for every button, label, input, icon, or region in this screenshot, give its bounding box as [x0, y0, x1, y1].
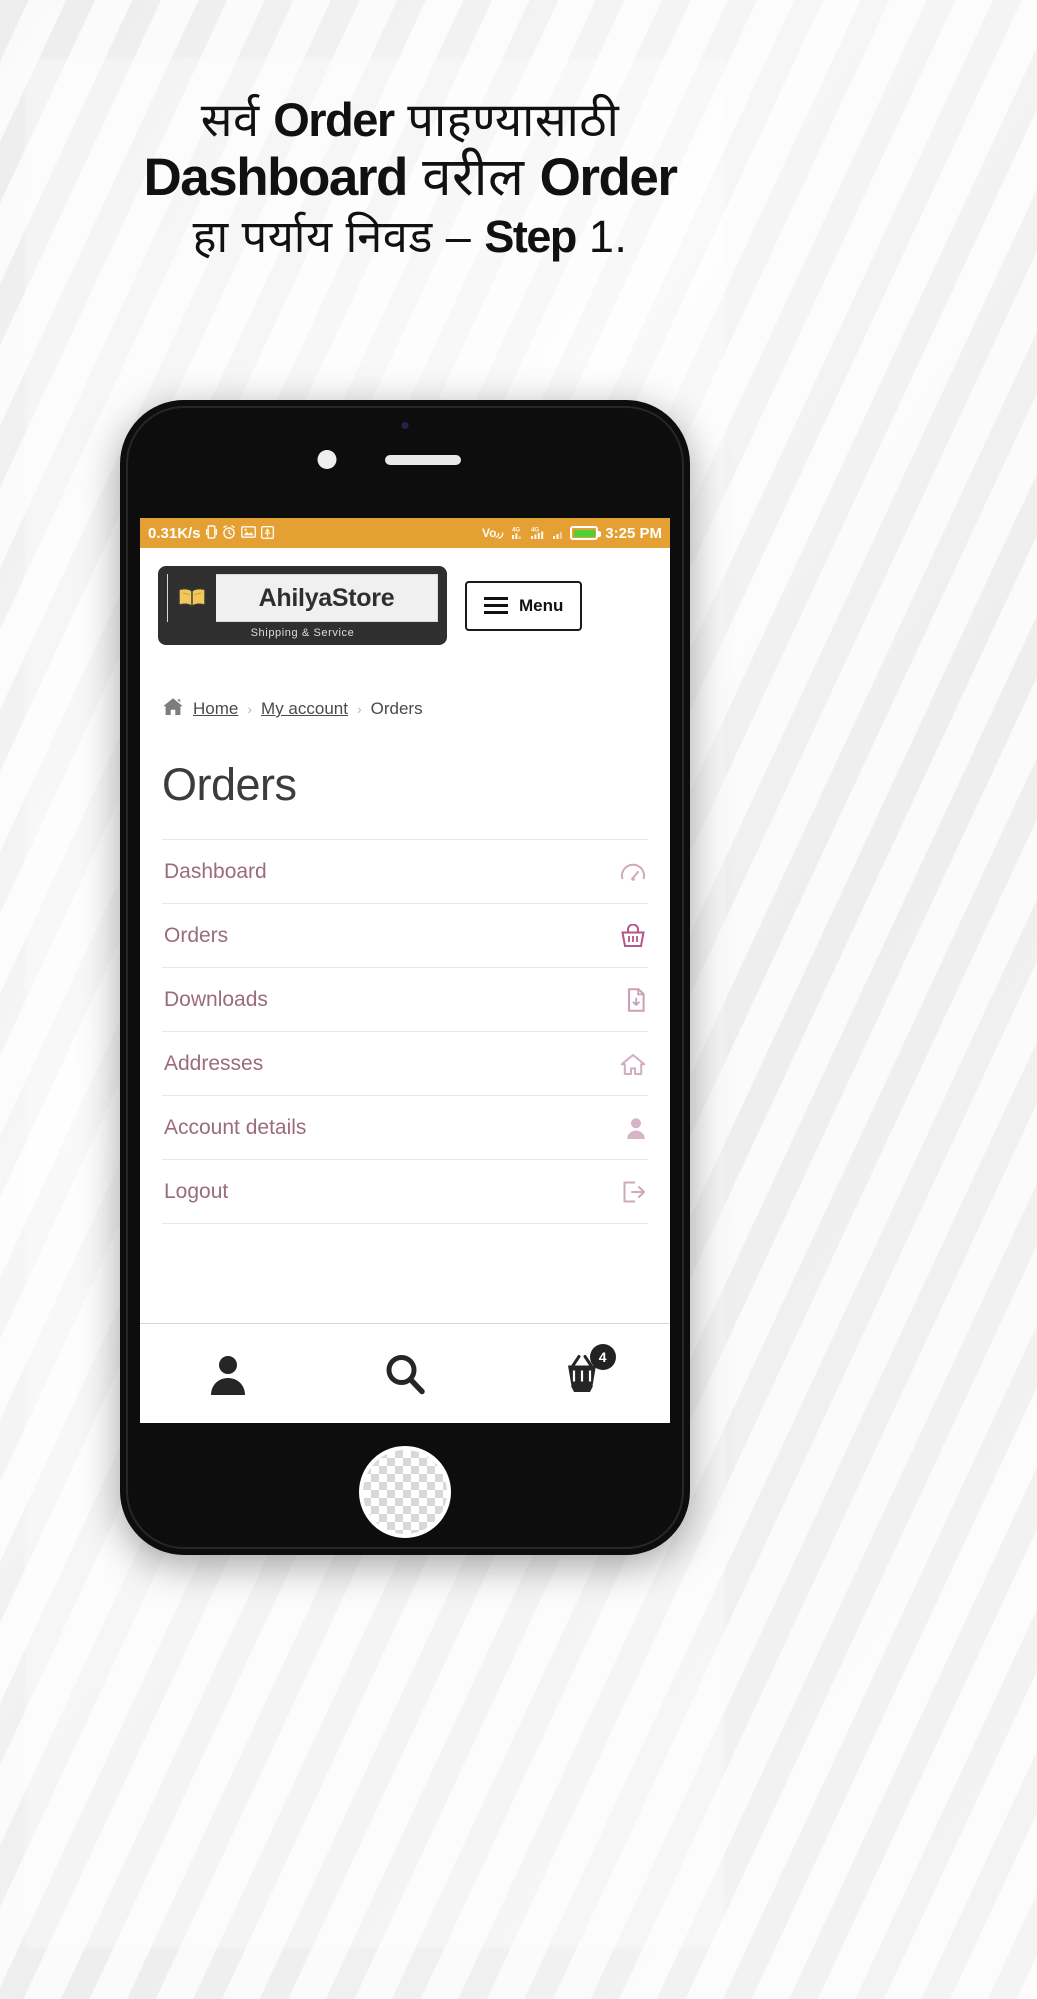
logout-arrow-icon [622, 1181, 646, 1203]
search-tab[interactable] [317, 1324, 494, 1423]
network-speed-label: 0.31K/s [148, 524, 201, 542]
headline-line3-post: 1. [575, 210, 628, 262]
status-bar-right: Vo 4G 4G 3:25 PM [482, 525, 662, 542]
speedometer-icon [620, 861, 646, 883]
headline-line3-pre: हा पर्याय निवड – [192, 210, 485, 262]
site-logo[interactable]: AhilyaStore Shipping & Service [158, 566, 447, 645]
vibrate-icon [205, 525, 217, 541]
account-tab[interactable] [140, 1324, 317, 1423]
account-navigation: Dashboard Orders Downloads Addresses Acc… [140, 811, 670, 1224]
menu-button-label: Menu [519, 595, 564, 615]
account-nav-item-downloads[interactable]: Downloads [162, 967, 648, 1031]
svg-text:4G: 4G [512, 527, 520, 533]
headline-line2-bold2: Order [539, 148, 678, 208]
headline-line-3: हा पर्याय निवड – Step 1. [0, 210, 820, 263]
home-icon[interactable] [162, 697, 184, 721]
cart-tab[interactable]: 4 [493, 1324, 670, 1423]
battery-icon [570, 526, 602, 540]
search-icon [386, 1354, 425, 1394]
account-nav-label-logout: Logout [164, 1180, 229, 1203]
account-nav-item-addresses[interactable]: Addresses [162, 1031, 648, 1095]
headline-line3-bold: Step [484, 210, 577, 262]
site-header: AhilyaStore Shipping & Service Menu [140, 548, 670, 655]
cart-badge: 4 [589, 1344, 616, 1370]
svg-text:4G: 4G [531, 527, 539, 533]
headline-line1-bold: Order [273, 93, 395, 146]
hamburger-icon [484, 597, 508, 614]
bottom-tab-bar: 4 [140, 1323, 670, 1423]
headline-line-2: Dashboard वरील Order [0, 147, 820, 210]
usb-icon [260, 525, 274, 541]
logo-tagline: Shipping & Service [250, 627, 355, 639]
earpiece-speaker [385, 455, 461, 465]
status-bar-left: 0.31K/s [148, 525, 274, 542]
phone-screen: 0.31K/s Vo 4G 4G 3:25 PM AhilyaStore Shi… [140, 518, 670, 1423]
screenshot-icon [240, 526, 256, 540]
svg-text:Vo: Vo [482, 526, 496, 540]
breadcrumb-item-orders: Orders [370, 699, 423, 718]
breadcrumb-item-home[interactable]: Home [193, 699, 238, 719]
headline-line2-mid: वरील [406, 148, 540, 208]
house-icon [620, 1053, 646, 1076]
account-nav-item-account-details[interactable]: Account details [162, 1095, 648, 1159]
menu-button[interactable]: Menu [465, 580, 583, 631]
front-camera-icon [317, 450, 337, 469]
logo-strip: AhilyaStore [167, 574, 438, 622]
breadcrumb-item-my-account[interactable]: My account [261, 699, 348, 719]
account-nav-label-downloads: Downloads [164, 988, 268, 1011]
account-nav-label-account-details: Account details [164, 1116, 307, 1139]
person-icon [211, 1355, 246, 1395]
download-file-icon [626, 988, 646, 1012]
headline-line1-post: पाहण्यासाठी [393, 93, 620, 146]
page-title: Orders [162, 759, 297, 810]
account-nav-label-orders: Orders [164, 924, 229, 947]
wifi-signal-icon [552, 525, 566, 542]
account-nav-label-dashboard: Dashboard [164, 860, 267, 883]
person-icon [626, 1117, 646, 1140]
headline-line1-pre: सर्व [200, 93, 274, 146]
alarm-icon [222, 525, 236, 541]
signal-4g-two-icon: 4G [530, 525, 548, 542]
web-page: AhilyaStore Shipping & Service Menu Home… [140, 548, 670, 1423]
headline-line-1: सर्व Order पाहण्यासाठी [0, 92, 820, 147]
status-bar-clock: 3:25 PM [605, 524, 662, 542]
promo-headline: सर्व Order पाहण्यासाठी Dashboard वरील Or… [0, 92, 820, 263]
volte-icon: Vo [482, 525, 506, 542]
status-bar: 0.31K/s Vo 4G 4G 3:25 PM [140, 518, 670, 548]
chevron-right-icon: › [247, 701, 253, 717]
open-book-icon [168, 574, 216, 622]
proximity-sensor-icon [401, 422, 409, 429]
home-button[interactable] [359, 1446, 451, 1538]
chevron-right-icon-2: › [356, 701, 362, 717]
breadcrumb: Home › My account › Orders [140, 655, 670, 721]
basket-icon [620, 923, 646, 948]
phone-mockup: 0.31K/s Vo 4G 4G 3:25 PM AhilyaStore Shi… [120, 400, 690, 1555]
account-nav-item-logout[interactable]: Logout [162, 1159, 648, 1224]
logo-wordmark: AhilyaStore [258, 583, 395, 612]
headline-line2-bold: Dashboard [143, 148, 409, 208]
account-nav-item-orders[interactable]: Orders [162, 903, 648, 967]
account-nav-item-dashboard[interactable]: Dashboard [162, 839, 648, 903]
signal-4g-one-icon: 4G [510, 525, 526, 542]
account-nav-label-addresses: Addresses [164, 1052, 264, 1075]
